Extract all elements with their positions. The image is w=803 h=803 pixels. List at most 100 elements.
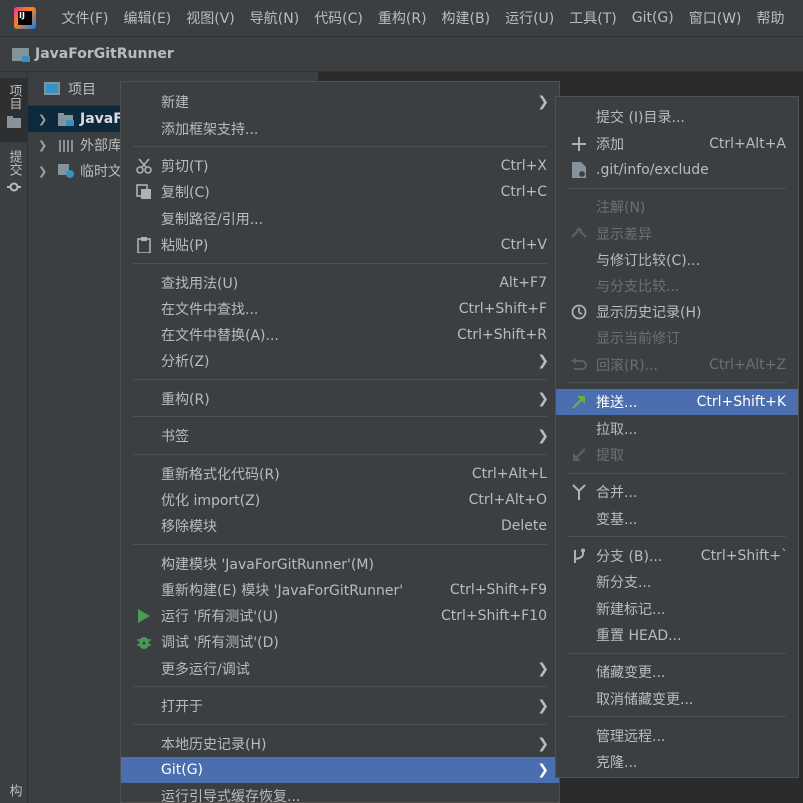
git-item-add[interactable]: 添加 Ctrl+Alt+A	[556, 131, 798, 157]
menu-item-find-in-files[interactable]: 在文件中查找... Ctrl+Shift+F	[121, 296, 559, 322]
menu-item-debug-all-tests[interactable]: 调试 '所有测试'(D)	[121, 629, 559, 655]
git-submenu: 提交 (I)目录... 添加 Ctrl+Alt+A .git/info/excl…	[555, 96, 799, 778]
menu-item-refactor[interactable]: 重构(R) ❯	[121, 386, 559, 412]
git-item-commit-directory[interactable]: 提交 (I)目录...	[556, 104, 798, 130]
git-item-git-exclude[interactable]: .git/info/exclude	[556, 157, 798, 183]
menu-window[interactable]: 窗口(W)	[681, 8, 749, 28]
menu-navigate[interactable]: 导航(N)	[242, 8, 306, 28]
menu-item-remove-module[interactable]: 移除模块 Delete	[121, 513, 559, 539]
menu-item-paste[interactable]: 粘贴(P) Ctrl+V	[121, 232, 559, 258]
git-item-push[interactable]: 推送... Ctrl+Shift+K	[556, 389, 798, 415]
menu-item-label: Git(G)	[161, 762, 203, 778]
menu-item-label: 添加	[596, 137, 624, 153]
menu-item-label: 重构(R)	[161, 392, 210, 408]
menu-item-git[interactable]: Git(G) ❯	[121, 757, 559, 783]
menu-item-reformat-code[interactable]: 重新格式化代码(R) Ctrl+Alt+L	[121, 461, 559, 487]
menu-item-label: 添加框架支持...	[161, 122, 259, 138]
menu-item-label: 合并...	[596, 485, 638, 501]
chevron-right-icon: ❯	[537, 428, 549, 444]
menu-item-label: 本地历史记录(H)	[161, 737, 267, 753]
menu-build[interactable]: 构建(B)	[434, 8, 498, 28]
chevron-right-icon: ❯	[537, 94, 549, 110]
menu-item-guided-cache-recovery[interactable]: 运行引导式缓存恢复...	[121, 783, 559, 803]
menu-item-more-run-debug[interactable]: 更多运行/调试 ❯	[121, 656, 559, 682]
menu-refactor[interactable]: 重构(R)	[370, 8, 434, 28]
git-item-show-diff[interactable]: 显示差异	[556, 221, 798, 247]
menu-file[interactable]: 文件(F)	[54, 8, 116, 28]
git-item-stash-changes[interactable]: 储藏变更...	[556, 659, 798, 685]
menu-item-label: 优化 import(Z)	[161, 493, 261, 509]
module-folder-icon	[12, 47, 30, 62]
git-item-reset-head[interactable]: 重置 HEAD...	[556, 622, 798, 648]
push-icon	[570, 393, 588, 411]
menu-item-add-framework-support[interactable]: 添加框架支持...	[121, 116, 559, 142]
git-item-rollback[interactable]: 回滚(R)... Ctrl+Alt+Z	[556, 352, 798, 378]
menu-item-run-all-tests[interactable]: 运行 '所有测试'(U) Ctrl+Shift+F10	[121, 603, 559, 629]
menu-item-local-history[interactable]: 本地历史记录(H) ❯	[121, 731, 559, 757]
git-item-manage-remotes[interactable]: 管理远程...	[556, 723, 798, 749]
project-tool-tab[interactable]: 项目	[0, 78, 28, 142]
git-item-branches[interactable]: 分支 (B)... Ctrl+Shift+`	[556, 543, 798, 569]
menu-item-label: 运行引导式缓存恢复...	[161, 789, 301, 803]
git-item-pull[interactable]: 拉取...	[556, 416, 798, 442]
plus-icon	[570, 135, 588, 153]
menu-item-find-usages[interactable]: 查找用法(U) Alt+F7	[121, 270, 559, 296]
menu-item-label: 与分支比较...	[596, 279, 680, 295]
menu-item-label: 推送...	[596, 395, 638, 411]
menu-item-open-in[interactable]: 打开于 ❯	[121, 693, 559, 719]
menu-item-shortcut: Ctrl+Shift+`	[700, 548, 788, 564]
git-item-unstash-changes[interactable]: 取消储藏变更...	[556, 686, 798, 712]
diff-icon	[570, 225, 588, 243]
chevron-right-icon[interactable]: ❯	[38, 139, 48, 152]
git-item-show-current-revision[interactable]: 显示当前修订	[556, 325, 798, 351]
menu-help[interactable]: 帮助	[749, 8, 792, 28]
menu-item-analyze[interactable]: 分析(Z) ❯	[121, 348, 559, 374]
git-item-show-history[interactable]: 显示历史记录(H)	[556, 299, 798, 325]
git-item-fetch[interactable]: 提取	[556, 442, 798, 468]
menu-item-shortcut: Delete	[501, 518, 547, 534]
menu-item-new[interactable]: 新建 ❯	[121, 89, 559, 115]
menu-view[interactable]: 视图(V)	[179, 8, 243, 28]
git-item-compare-with-revision[interactable]: 与修订比较(C)...	[556, 247, 798, 273]
commit-tool-tab[interactable]: 提交	[0, 150, 28, 200]
menu-item-label: 新建标记...	[596, 602, 666, 618]
git-item-clone[interactable]: 克隆...	[556, 749, 798, 775]
menu-separator	[133, 416, 547, 417]
menu-item-bookmarks[interactable]: 书签 ❯	[121, 423, 559, 449]
menu-item-shortcut: Alt+F7	[499, 275, 547, 291]
git-item-new-branch[interactable]: 新分支...	[556, 569, 798, 595]
structure-tool-tab[interactable]: 构	[0, 784, 28, 803]
menu-separator	[568, 188, 786, 189]
git-item-compare-with-branch[interactable]: 与分支比较...	[556, 273, 798, 299]
menu-item-label: 储藏变更...	[596, 665, 666, 681]
fetch-icon	[570, 446, 588, 464]
menu-item-cut[interactable]: 剪切(T) Ctrl+X	[121, 153, 559, 179]
menu-run[interactable]: 运行(U)	[498, 8, 562, 28]
project-view-icon	[44, 82, 60, 95]
menu-item-shortcut: Ctrl+V	[500, 237, 547, 253]
menu-item-shortcut: Ctrl+Shift+F10	[440, 608, 547, 624]
menu-item-build-module[interactable]: 构建模块 'JavaForGitRunner'(M)	[121, 551, 559, 577]
breadcrumb-project-name[interactable]: JavaForGitRunner	[35, 46, 174, 62]
menu-separator	[568, 716, 786, 717]
menu-item-label: 显示差异	[596, 227, 652, 243]
git-item-new-tag[interactable]: 新建标记...	[556, 596, 798, 622]
menu-git[interactable]: Git(G)	[624, 10, 681, 26]
menu-code[interactable]: 代码(C)	[307, 8, 371, 28]
menu-item-replace-in-files[interactable]: 在文件中替换(A)... Ctrl+Shift+R	[121, 322, 559, 348]
menu-item-rebuild-module[interactable]: 重新构建(E) 模块 'JavaForGitRunner' Ctrl+Shift…	[121, 577, 559, 603]
git-item-merge[interactable]: 合并...	[556, 479, 798, 505]
menu-edit[interactable]: 编辑(E)	[116, 8, 179, 28]
chevron-right-icon[interactable]: ❯	[38, 113, 48, 126]
project-panel-title[interactable]: 项目	[68, 79, 96, 99]
menu-tools[interactable]: 工具(T)	[562, 8, 624, 28]
git-item-rebase[interactable]: 变基...	[556, 506, 798, 532]
menu-item-copy-path[interactable]: 复制路径/引用...	[121, 206, 559, 232]
library-icon	[59, 140, 73, 152]
rollback-icon	[570, 356, 588, 374]
chevron-right-icon[interactable]: ❯	[38, 165, 48, 178]
menu-item-shortcut: Ctrl+Shift+F9	[449, 582, 547, 598]
menu-item-optimize-imports[interactable]: 优化 import(Z) Ctrl+Alt+O	[121, 487, 559, 513]
git-item-annotate[interactable]: 注解(N)	[556, 194, 798, 220]
menu-item-copy[interactable]: 复制(C) Ctrl+C	[121, 179, 559, 205]
